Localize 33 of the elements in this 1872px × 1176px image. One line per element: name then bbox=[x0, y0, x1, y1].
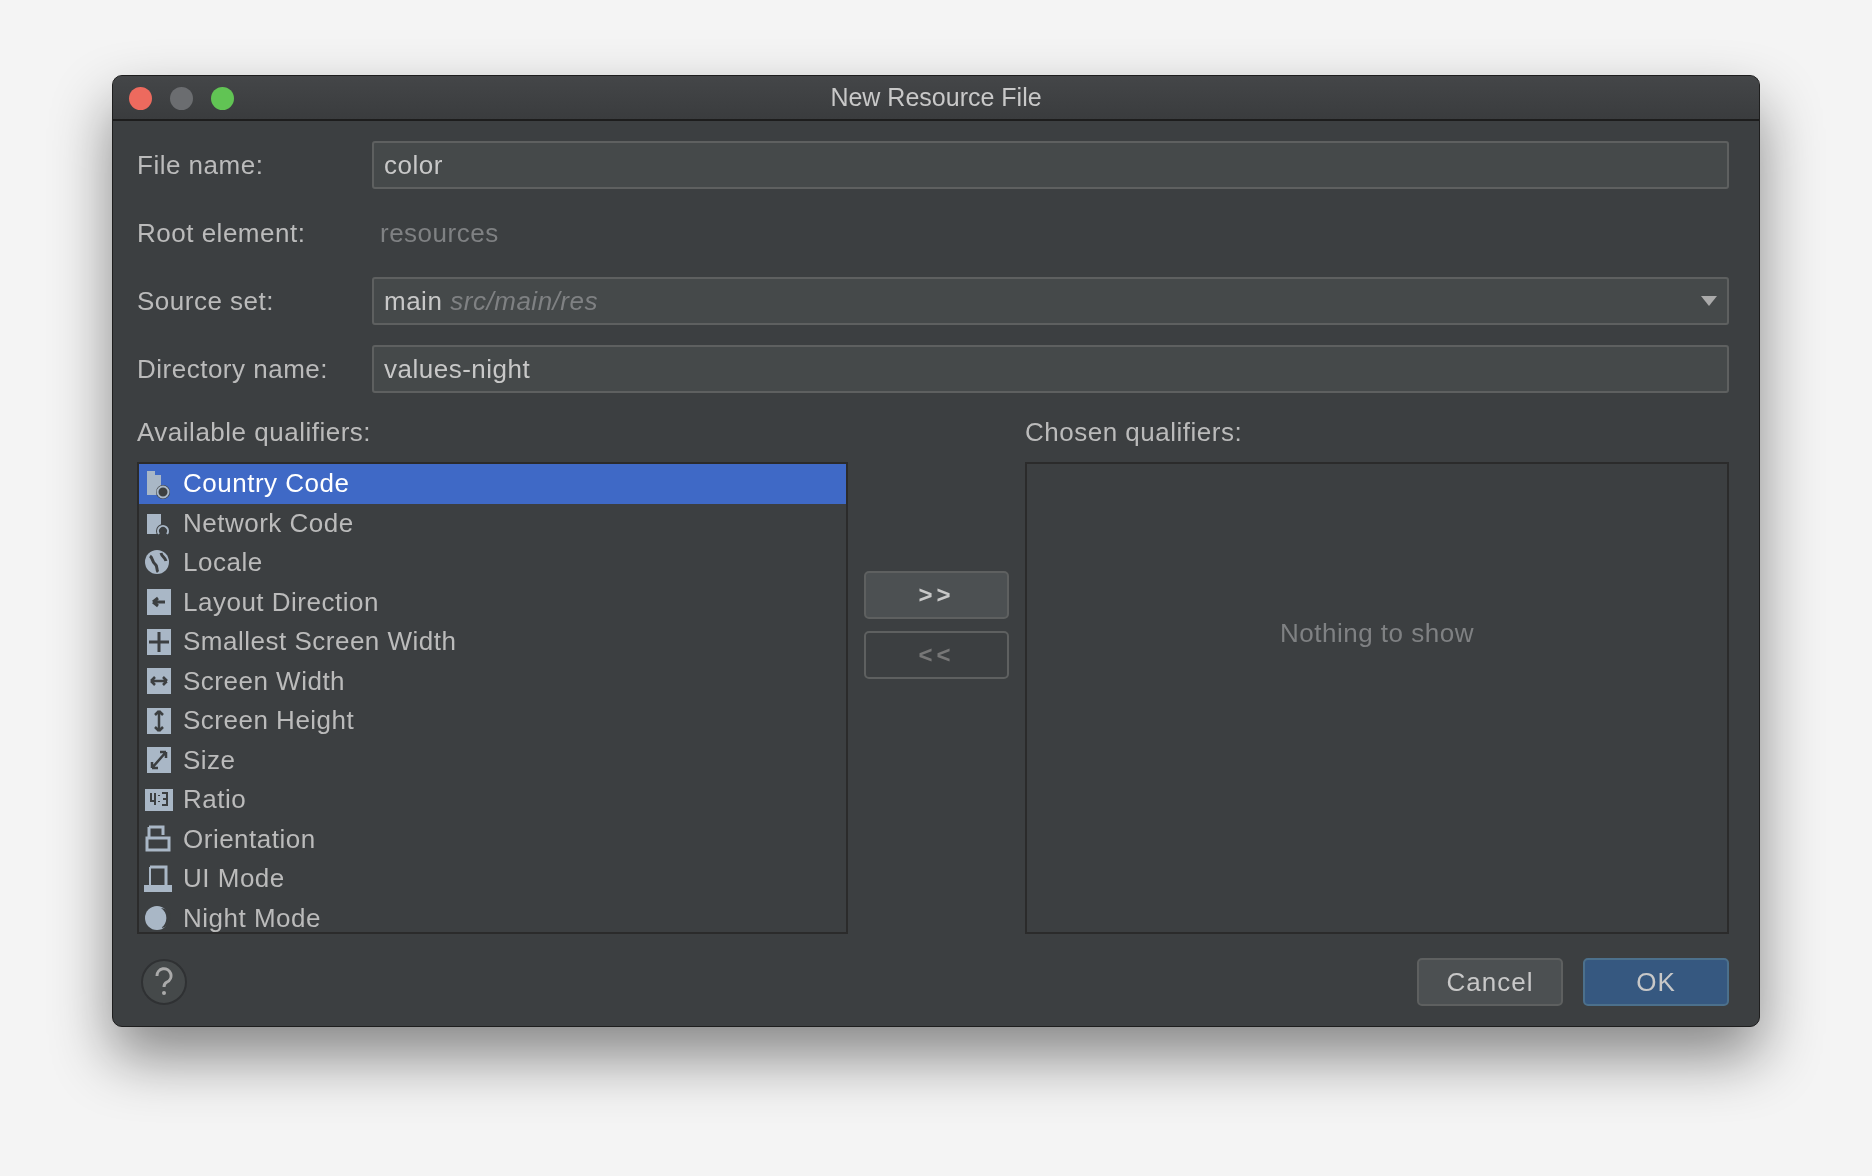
available-qualifiers-label: Available qualifiers: bbox=[137, 416, 373, 449]
qualifier-list-item[interactable]: UI Mode bbox=[139, 859, 846, 899]
qualifier-list-item[interactable]: Locale bbox=[139, 543, 846, 583]
field-label: File name: bbox=[137, 148, 265, 182]
close-button[interactable] bbox=[129, 87, 152, 110]
help-button[interactable] bbox=[141, 959, 187, 1005]
question-mark-icon bbox=[153, 967, 175, 997]
qualifier-list-item[interactable]: Screen Height bbox=[139, 701, 846, 741]
caret-icon bbox=[1701, 296, 1717, 306]
qualifier-list-item[interactable]: Orientation bbox=[139, 819, 846, 859]
qualifier-list-item[interactable]: Smallest Screen Width bbox=[139, 622, 846, 662]
cancel-button[interactable]: Cancel bbox=[1417, 958, 1563, 1006]
text-field[interactable]: values-night bbox=[372, 345, 1729, 393]
qualifier-list-item[interactable]: Ratio bbox=[139, 780, 846, 820]
chosen-qualifiers-label: Chosen qualifiers: bbox=[1025, 416, 1244, 449]
add-qualifier-button[interactable]: >> bbox=[864, 571, 1009, 619]
ok-button[interactable]: OK bbox=[1583, 958, 1729, 1006]
qualifier-list-item[interactable]: Size bbox=[139, 740, 846, 780]
qualifier-list-item[interactable]: Night Mode bbox=[139, 898, 846, 932]
desk-icon bbox=[143, 863, 175, 894]
qualifier-list-item[interactable]: Country Code bbox=[139, 464, 846, 504]
field-label: Root element: bbox=[137, 216, 307, 250]
window-title: New Resource File bbox=[830, 81, 1042, 113]
field-label: Source set: bbox=[137, 284, 275, 318]
qualifier-list-item[interactable]: Screen Width bbox=[139, 661, 846, 701]
field-value: resources bbox=[379, 216, 499, 250]
source-set-dropdown[interactable]: main src/main/res bbox=[372, 277, 1729, 325]
field-label: Directory name: bbox=[137, 352, 329, 386]
zoom-button[interactable] bbox=[211, 87, 234, 110]
text-field[interactable]: color bbox=[372, 141, 1729, 189]
qualifier-list-item[interactable]: Network Code bbox=[139, 503, 846, 543]
qualifier-list-item[interactable]: Layout Direction bbox=[139, 582, 846, 622]
empty-list-message: Nothing to show bbox=[1280, 617, 1474, 650]
